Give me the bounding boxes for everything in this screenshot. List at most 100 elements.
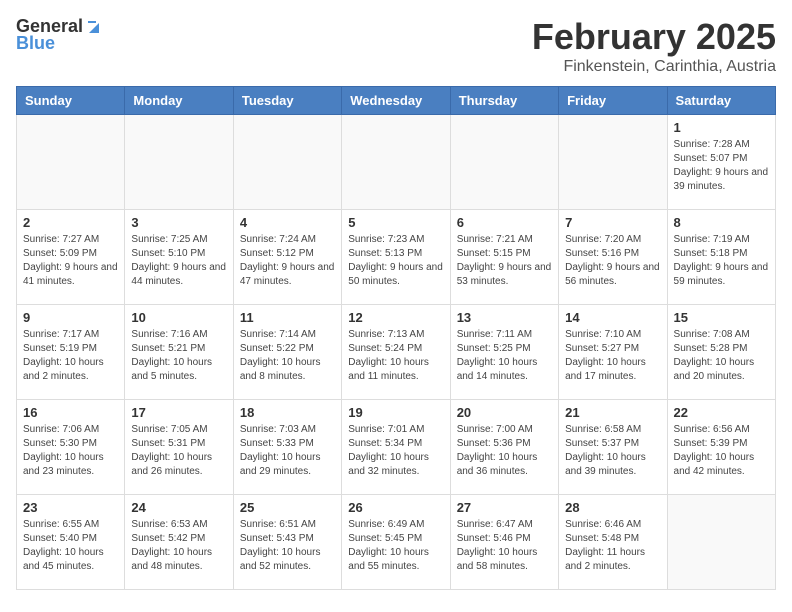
logo-blue-text: Blue bbox=[16, 33, 55, 54]
calendar-header-cell: Sunday bbox=[17, 87, 125, 115]
calendar-header-cell: Thursday bbox=[450, 87, 558, 115]
day-number: 17 bbox=[131, 405, 226, 420]
calendar-day-cell: 14 Sunrise: 7:10 AM Sunset: 5:27 PM Dayli… bbox=[559, 305, 667, 400]
calendar-day-cell: 4Sunrise: 7:24 AM Sunset: 5:12 PM Daylig… bbox=[233, 210, 341, 305]
calendar-header-row: SundayMondayTuesdayWednesdayThursdayFrid… bbox=[17, 87, 776, 115]
calendar-day-cell bbox=[17, 115, 125, 210]
calendar-day-cell: 20 Sunrise: 7:00 AM Sunset: 5:36 PM Dayli… bbox=[450, 400, 558, 495]
day-info: Sunrise: 7:28 AM Sunset: 5:07 PM Dayligh… bbox=[674, 138, 769, 194]
calendar-day-cell: 23 Sunrise: 6:55 AM Sunset: 5:40 PM Dayli… bbox=[17, 495, 125, 590]
calendar-day-cell: 26Sunrise: 6:49 AM Sunset: 5:45 PM Dayli… bbox=[342, 495, 450, 590]
calendar-day-cell: 18 Sunrise: 7:03 AM Sunset: 5:33 PM Dayli… bbox=[233, 400, 341, 495]
subtitle: Finkenstein, Carinthia, Austria bbox=[532, 58, 776, 76]
day-number: 20 bbox=[457, 405, 552, 420]
day-number: 22 bbox=[674, 405, 769, 420]
day-number: 11 bbox=[240, 310, 335, 325]
day-number: 1 bbox=[674, 120, 769, 135]
day-number: 23 bbox=[23, 500, 118, 515]
day-info: Sunrise: 6:55 AM Sunset: 5:40 PM Dayligh… bbox=[23, 518, 118, 574]
day-info: Sunrise: 7:14 AM Sunset: 5:22 PM Dayligh… bbox=[240, 328, 335, 384]
day-info: Sunrise: 7:23 AM Sunset: 5:13 PM Dayligh… bbox=[348, 233, 443, 289]
day-number: 27 bbox=[457, 500, 552, 515]
calendar-day-cell: 16Sunrise: 7:06 AM Sunset: 5:30 PM Dayli… bbox=[17, 400, 125, 495]
calendar-header-cell: Wednesday bbox=[342, 87, 450, 115]
day-number: 13 bbox=[457, 310, 552, 325]
day-number: 2 bbox=[23, 215, 118, 230]
calendar-day-cell: 6 Sunrise: 7:21 AM Sunset: 5:15 PM Daylig… bbox=[450, 210, 558, 305]
day-info: Sunrise: 7:20 AM Sunset: 5:16 PM Dayligh… bbox=[565, 233, 660, 289]
calendar-day-cell: 10 Sunrise: 7:16 AM Sunset: 5:21 PM Dayli… bbox=[125, 305, 233, 400]
day-number: 7 bbox=[565, 215, 660, 230]
logo: General Blue bbox=[16, 16, 103, 54]
calendar-day-cell: 7 Sunrise: 7:20 AM Sunset: 5:16 PM Daylig… bbox=[559, 210, 667, 305]
day-number: 6 bbox=[457, 215, 552, 230]
calendar-day-cell: 2Sunrise: 7:27 AM Sunset: 5:09 PM Daylig… bbox=[17, 210, 125, 305]
day-info: Sunrise: 7:19 AM Sunset: 5:18 PM Dayligh… bbox=[674, 233, 769, 289]
day-info: Sunrise: 6:58 AM Sunset: 5:37 PM Dayligh… bbox=[565, 423, 660, 479]
day-info: Sunrise: 7:08 AM Sunset: 5:28 PM Dayligh… bbox=[674, 328, 769, 384]
day-info: Sunrise: 7:21 AM Sunset: 5:15 PM Dayligh… bbox=[457, 233, 552, 289]
day-info: Sunrise: 7:06 AM Sunset: 5:30 PM Dayligh… bbox=[23, 423, 118, 479]
day-info: Sunrise: 6:51 AM Sunset: 5:43 PM Dayligh… bbox=[240, 518, 335, 574]
day-info: Sunrise: 7:25 AM Sunset: 5:10 PM Dayligh… bbox=[131, 233, 226, 289]
day-number: 10 bbox=[131, 310, 226, 325]
calendar-week-row: 1 Sunrise: 7:28 AM Sunset: 5:07 PM Daylig… bbox=[17, 115, 776, 210]
calendar-header-cell: Monday bbox=[125, 87, 233, 115]
day-info: Sunrise: 7:05 AM Sunset: 5:31 PM Dayligh… bbox=[131, 423, 226, 479]
calendar-day-cell bbox=[450, 115, 558, 210]
day-number: 4 bbox=[240, 215, 335, 230]
calendar-day-cell: 27Sunrise: 6:47 AM Sunset: 5:46 PM Dayli… bbox=[450, 495, 558, 590]
calendar-day-cell: 21 Sunrise: 6:58 AM Sunset: 5:37 PM Dayli… bbox=[559, 400, 667, 495]
day-number: 19 bbox=[348, 405, 443, 420]
calendar-day-cell: 17 Sunrise: 7:05 AM Sunset: 5:31 PM Dayli… bbox=[125, 400, 233, 495]
calendar-day-cell: 24 Sunrise: 6:53 AM Sunset: 5:42 PM Dayli… bbox=[125, 495, 233, 590]
day-info: Sunrise: 7:11 AM Sunset: 5:25 PM Dayligh… bbox=[457, 328, 552, 384]
day-info: Sunrise: 7:00 AM Sunset: 5:36 PM Dayligh… bbox=[457, 423, 552, 479]
calendar-day-cell bbox=[667, 495, 775, 590]
calendar-day-cell: 22 Sunrise: 6:56 AM Sunset: 5:39 PM Dayli… bbox=[667, 400, 775, 495]
day-number: 9 bbox=[23, 310, 118, 325]
day-info: Sunrise: 7:13 AM Sunset: 5:24 PM Dayligh… bbox=[348, 328, 443, 384]
day-number: 21 bbox=[565, 405, 660, 420]
day-info: Sunrise: 6:56 AM Sunset: 5:39 PM Dayligh… bbox=[674, 423, 769, 479]
day-number: 18 bbox=[240, 405, 335, 420]
day-info: Sunrise: 7:17 AM Sunset: 5:19 PM Dayligh… bbox=[23, 328, 118, 384]
calendar-day-cell: 28 Sunrise: 6:46 AM Sunset: 5:48 PM Dayli… bbox=[559, 495, 667, 590]
day-number: 12 bbox=[348, 310, 443, 325]
logo-icon bbox=[85, 17, 103, 35]
calendar-week-row: 23 Sunrise: 6:55 AM Sunset: 5:40 PM Dayli… bbox=[17, 495, 776, 590]
day-info: Sunrise: 7:01 AM Sunset: 5:34 PM Dayligh… bbox=[348, 423, 443, 479]
calendar-day-cell bbox=[125, 115, 233, 210]
day-info: Sunrise: 7:10 AM Sunset: 5:27 PM Dayligh… bbox=[565, 328, 660, 384]
day-info: Sunrise: 6:53 AM Sunset: 5:42 PM Dayligh… bbox=[131, 518, 226, 574]
day-info: Sunrise: 7:16 AM Sunset: 5:21 PM Dayligh… bbox=[131, 328, 226, 384]
calendar-week-row: 9 Sunrise: 7:17 AM Sunset: 5:19 PM Daylig… bbox=[17, 305, 776, 400]
day-number: 28 bbox=[565, 500, 660, 515]
day-number: 24 bbox=[131, 500, 226, 515]
day-info: Sunrise: 6:46 AM Sunset: 5:48 PM Dayligh… bbox=[565, 518, 660, 574]
day-number: 15 bbox=[674, 310, 769, 325]
calendar-week-row: 16Sunrise: 7:06 AM Sunset: 5:30 PM Dayli… bbox=[17, 400, 776, 495]
calendar-day-cell: 15 Sunrise: 7:08 AM Sunset: 5:28 PM Dayli… bbox=[667, 305, 775, 400]
calendar-day-cell bbox=[559, 115, 667, 210]
day-number: 14 bbox=[565, 310, 660, 325]
day-info: Sunrise: 7:03 AM Sunset: 5:33 PM Dayligh… bbox=[240, 423, 335, 479]
day-number: 8 bbox=[674, 215, 769, 230]
title-area: February 2025 Finkenstein, Carinthia, Au… bbox=[532, 16, 776, 76]
calendar-day-cell: 13 Sunrise: 7:11 AM Sunset: 5:25 PM Dayli… bbox=[450, 305, 558, 400]
calendar-header-cell: Friday bbox=[559, 87, 667, 115]
calendar-week-row: 2Sunrise: 7:27 AM Sunset: 5:09 PM Daylig… bbox=[17, 210, 776, 305]
calendar-day-cell: 11 Sunrise: 7:14 AM Sunset: 5:22 PM Dayli… bbox=[233, 305, 341, 400]
calendar-day-cell: 25Sunrise: 6:51 AM Sunset: 5:43 PM Dayli… bbox=[233, 495, 341, 590]
calendar: SundayMondayTuesdayWednesdayThursdayFrid… bbox=[16, 86, 776, 590]
calendar-day-cell: 9 Sunrise: 7:17 AM Sunset: 5:19 PM Daylig… bbox=[17, 305, 125, 400]
calendar-day-cell: 12 Sunrise: 7:13 AM Sunset: 5:24 PM Dayli… bbox=[342, 305, 450, 400]
header: General Blue February 2025 Finkenstein, … bbox=[16, 16, 776, 76]
day-number: 5 bbox=[348, 215, 443, 230]
calendar-header-cell: Tuesday bbox=[233, 87, 341, 115]
calendar-day-cell bbox=[233, 115, 341, 210]
calendar-day-cell: 1 Sunrise: 7:28 AM Sunset: 5:07 PM Daylig… bbox=[667, 115, 775, 210]
calendar-header-cell: Saturday bbox=[667, 87, 775, 115]
calendar-day-cell bbox=[342, 115, 450, 210]
calendar-day-cell: 5 Sunrise: 7:23 AM Sunset: 5:13 PM Daylig… bbox=[342, 210, 450, 305]
